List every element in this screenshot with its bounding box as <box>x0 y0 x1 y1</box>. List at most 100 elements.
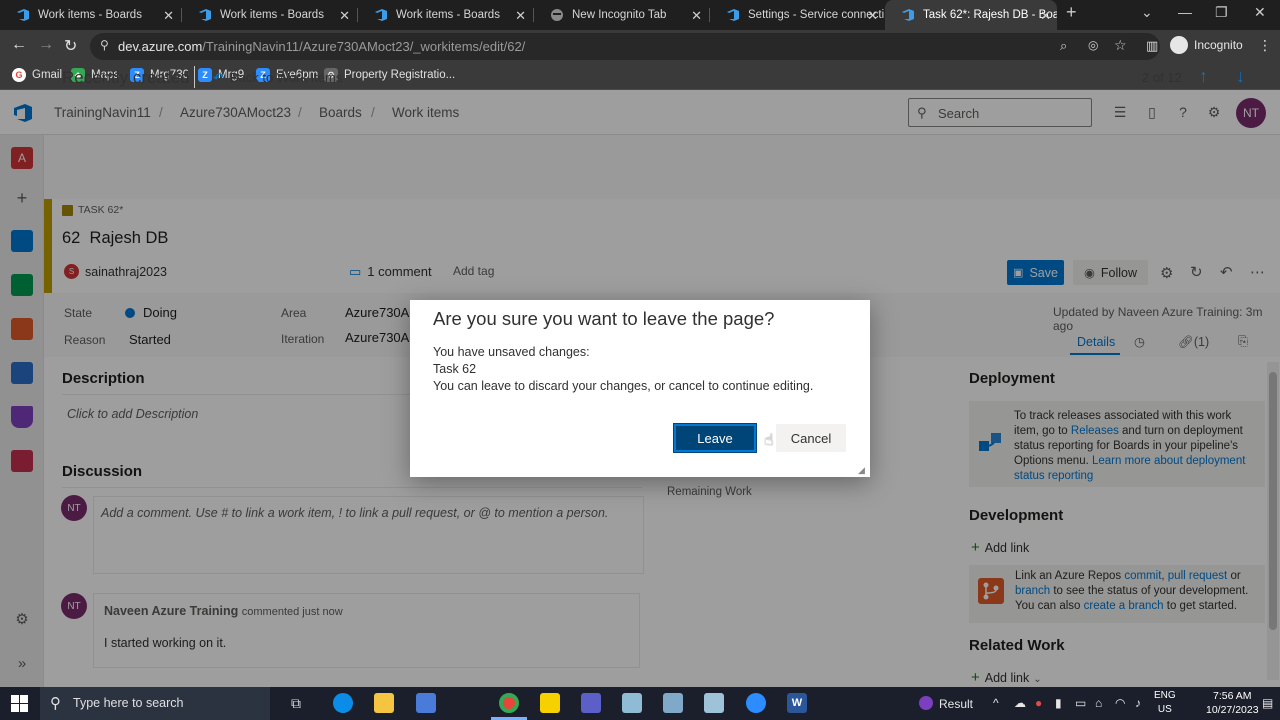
dialog-line-task: Task 62 <box>433 362 477 376</box>
tab-title: Work items - Boards <box>396 9 500 21</box>
teams-icon[interactable] <box>581 693 601 713</box>
back-to-work-items-button[interactable]: ↶ Back to Work Items <box>213 70 342 86</box>
browser-tab-active[interactable]: Task 62*: Rajesh DB - Boar ✕ <box>885 0 1057 30</box>
mouse-cursor-icon: ☝︎ <box>764 432 774 449</box>
taskbar-search-placeholder: Type here to search <box>73 696 184 710</box>
browser-tab[interactable]: Work items - Boards ✕ <box>182 0 356 30</box>
zoom-app-icon: Z <box>198 68 212 82</box>
address-bar[interactable]: ⚲ dev.azure.com/TrainingNavin11/Azure730… <box>90 33 1160 60</box>
microphone-icon[interactable]: ▮ <box>1055 696 1062 710</box>
close-window-icon[interactable]: ✕ <box>1254 4 1266 21</box>
tab-search-icon[interactable]: ⌄ <box>1141 4 1153 21</box>
close-tab-icon[interactable]: ✕ <box>339 8 350 24</box>
dialog-line-unsaved: You have unsaved changes: <box>433 345 590 359</box>
task-view-icon[interactable]: ⧉ <box>291 695 301 712</box>
undo-arrow-icon: ↶ <box>213 70 224 85</box>
tray-app-icon[interactable]: ● <box>1035 696 1042 710</box>
wifi-icon[interactable]: ◠ <box>1115 696 1125 710</box>
region-code: US <box>1157 704 1172 715</box>
bookmark-gmail[interactable]: G Gmail <box>12 68 62 82</box>
bookmark-property[interactable]: ⚙ Property Registratio... <box>324 68 455 82</box>
tab-title: Task 62*: Rajesh DB - Boar <box>923 9 1057 21</box>
azure-devops-icon <box>198 8 212 22</box>
reload-icon[interactable]: ↻ <box>64 36 77 56</box>
search-icon: ⚲ <box>50 695 61 712</box>
azure-devops-icon <box>726 8 740 22</box>
maximize-icon[interactable]: ❐ <box>1215 4 1228 21</box>
incognito-icon <box>550 8 564 22</box>
dialog-line-explanation: You can leave to discard your changes, o… <box>433 379 814 393</box>
app-icon[interactable] <box>704 693 724 713</box>
browser-menu-icon[interactable]: ⋮ <box>1258 37 1272 54</box>
bookmark-label: Property Registratio... <box>344 69 456 81</box>
chrome-icon[interactable] <box>499 693 519 713</box>
language-indicator[interactable]: ENG US <box>1154 689 1176 717</box>
site-info-icon[interactable]: ⚲ <box>100 38 109 52</box>
volume-icon[interactable]: ♪ <box>1135 696 1141 710</box>
store-icon[interactable] <box>416 693 436 713</box>
close-tab-icon[interactable]: ✕ <box>867 8 878 24</box>
close-tab-icon[interactable]: ✕ <box>1040 8 1051 24</box>
browser-tab[interactable]: New Incognito Tab ✕ <box>534 0 708 30</box>
tab-title: New Incognito Tab <box>572 9 667 21</box>
dialog-title: Are you sure you want to leave the page? <box>433 308 775 329</box>
system-clock[interactable]: 7:56 AM 10/27/2023 <box>1206 689 1259 717</box>
back-arrow-icon[interactable]: ← <box>11 36 27 54</box>
clock-date: 10/27/2023 <box>1206 704 1259 716</box>
previous-item-arrow-icon[interactable]: ↑ <box>1199 66 1208 87</box>
battery-icon[interactable]: ▭ <box>1075 696 1086 710</box>
browser-tab[interactable]: Work items - Boards ✕ <box>358 0 532 30</box>
profile-label: Incognito <box>1194 38 1243 52</box>
next-item-arrow-icon[interactable]: ↓ <box>1236 66 1245 87</box>
notifications-icon[interactable]: ▤ <box>1262 696 1273 710</box>
tab-title: Settings - Service connecti <box>748 9 884 21</box>
windows-start-icon[interactable] <box>11 695 28 715</box>
taskbar-search[interactable]: ⚲ Type here to search <box>40 687 270 720</box>
url-path: /TrainingNavin11/Azure730AMoct23/_workit… <box>202 39 526 54</box>
sticky-notes-icon[interactable] <box>540 693 560 713</box>
tab-title: Work items - Boards <box>220 9 324 21</box>
browser-tabstrip: Work items - Boards ✕ Work items - Board… <box>0 0 1280 30</box>
browser-tab[interactable]: Work items - Boards ✕ <box>0 0 180 30</box>
leave-button[interactable]: Leave <box>673 423 757 453</box>
browser-toolbar: ← → ↻ ⚲ dev.azure.com/TrainingNavin11/Az… <box>0 30 1280 63</box>
edge-icon[interactable] <box>333 693 353 713</box>
zoom-icon[interactable] <box>746 693 766 713</box>
new-tab-icon[interactable]: + <box>1066 2 1077 23</box>
leave-page-dialog: Are you sure you want to leave the page?… <box>410 300 870 477</box>
side-panel-icon[interactable]: ▥ <box>1146 38 1158 54</box>
app-icon[interactable] <box>663 693 683 713</box>
back-label: Back to Work Items <box>229 70 343 85</box>
resize-grip-icon[interactable]: ◢ <box>858 465 865 476</box>
incognito-avatar-icon <box>1170 36 1188 54</box>
result-label: Result <box>939 697 974 711</box>
forward-arrow-icon[interactable]: → <box>38 36 54 54</box>
pager-count: 2 of 12 <box>1142 70 1182 85</box>
minimize-icon[interactable]: — <box>1178 4 1192 20</box>
network-icon[interactable]: ⌂ <box>1095 696 1102 710</box>
windows-taskbar: ⚲ Type here to search ⧉ W Result ^ ☁ ● ▮… <box>0 687 1280 720</box>
azure-devops-icon <box>901 8 915 22</box>
divider <box>194 66 195 88</box>
close-tab-icon[interactable]: ✕ <box>691 8 702 24</box>
incognito-indicator[interactable]: Incognito <box>1170 36 1243 54</box>
result-app-icon <box>919 696 933 710</box>
bookmarks-bar: G Gmail ◆ Maps Z Mrg730 Z Mrg9 Z Eve6pm ⚙ Prop… <box>0 63 1280 90</box>
app-icon[interactable] <box>622 693 642 713</box>
cancel-button[interactable]: Cancel <box>776 424 846 452</box>
word-icon[interactable]: W <box>787 693 807 713</box>
browser-tab[interactable]: Settings - Service connecti ✕ <box>710 0 884 30</box>
bookmark-star-icon[interactable]: ☆ <box>1114 37 1127 54</box>
page-title: Recently created <box>62 68 190 87</box>
onedrive-icon[interactable]: ☁ <box>1014 696 1026 710</box>
eye-off-icon[interactable]: ◎ <box>1088 38 1098 52</box>
zoom-icon[interactable]: ⌕ <box>1060 38 1067 54</box>
result-app[interactable]: Result <box>919 696 973 711</box>
show-hidden-icons-icon[interactable]: ^ <box>993 696 999 710</box>
azure-devops-icon <box>16 8 30 22</box>
tab-title: Work items - Boards <box>38 9 142 21</box>
close-tab-icon[interactable]: ✕ <box>163 8 174 24</box>
close-tab-icon[interactable]: ✕ <box>515 8 526 24</box>
azure-devops-icon <box>374 8 388 22</box>
file-explorer-icon[interactable] <box>374 693 394 713</box>
